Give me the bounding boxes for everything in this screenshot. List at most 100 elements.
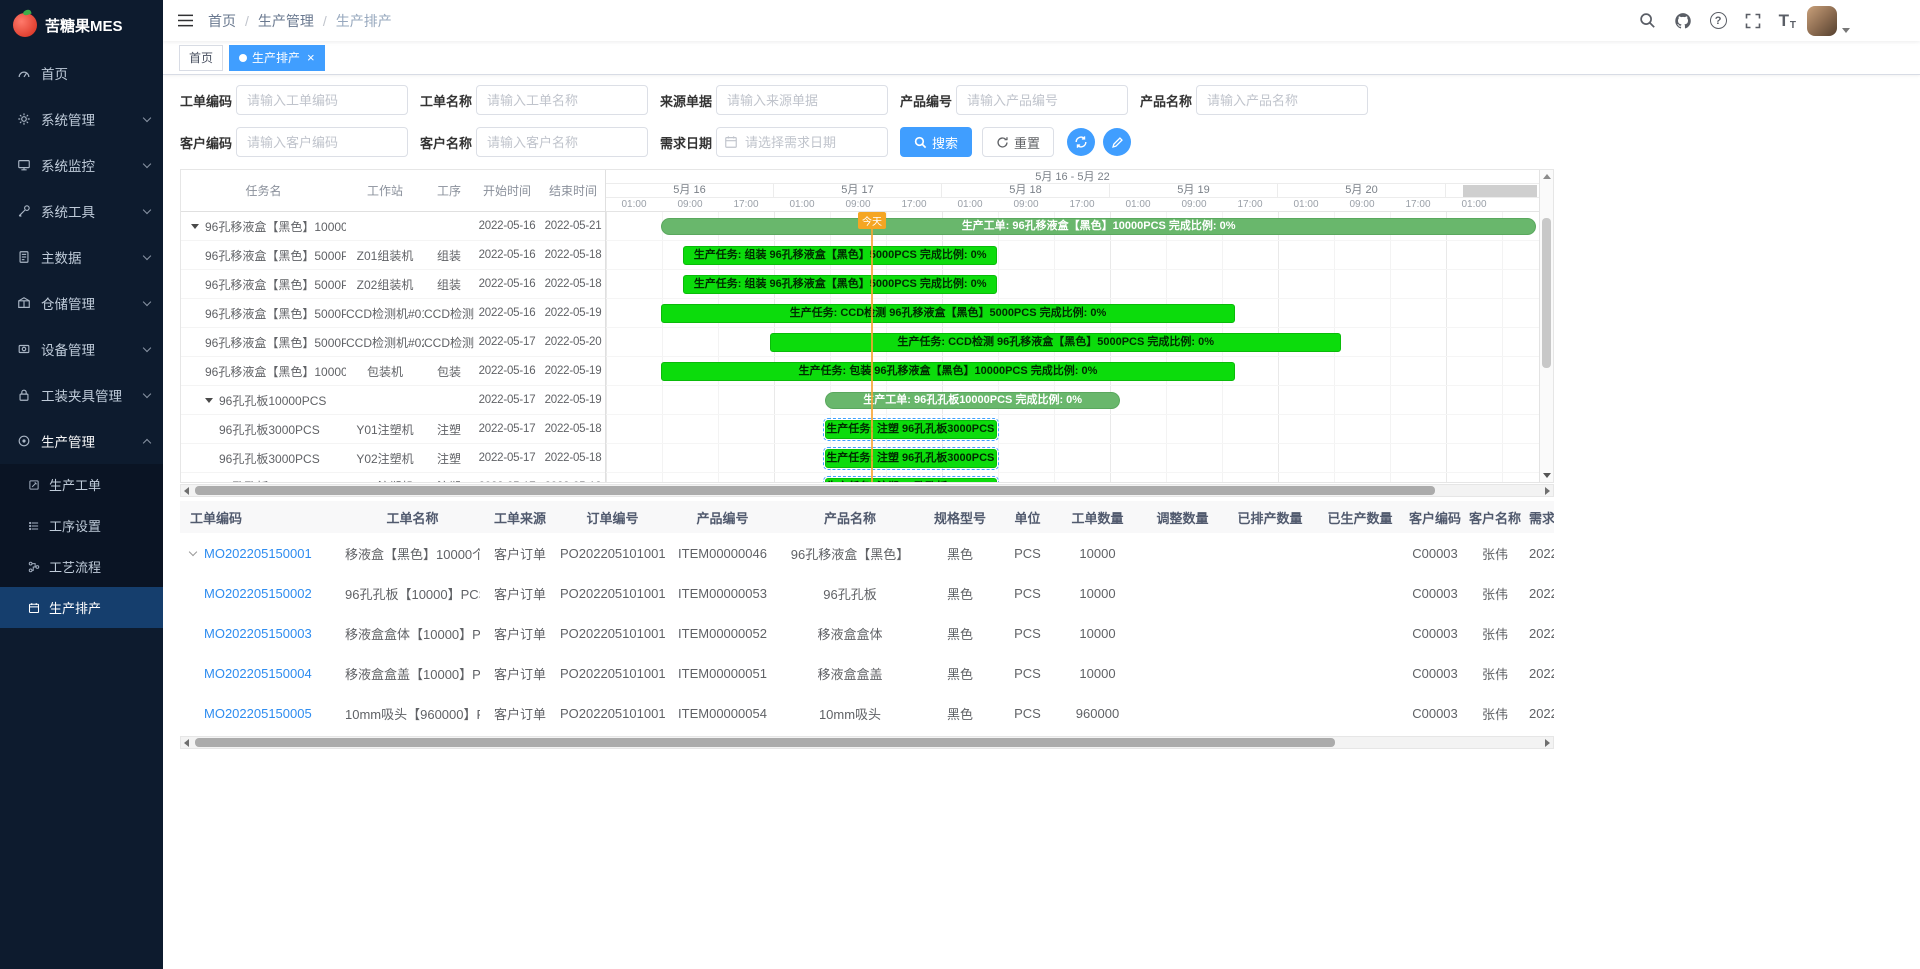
breadcrumb-home[interactable]: 首页 (208, 11, 236, 31)
gantt-row[interactable]: 96孔移液盒【黑色】10000PCS 包装机 包装 2022-05-16 202… (181, 357, 605, 386)
fullscreen-button[interactable] (1745, 13, 1761, 29)
gantt-horizontal-scrollbar[interactable] (180, 484, 1554, 497)
search-submit-button[interactable]: 搜索 (900, 127, 972, 157)
gantt-row[interactable]: 96孔孔板3000PCS Y01注塑机 注塑 2022-05-17 2022-0… (181, 415, 605, 444)
tab-production-schedule[interactable]: 生产排产 × (229, 45, 325, 71)
sidebar-item-master-data[interactable]: 主数据 (0, 234, 163, 280)
workorder-row[interactable]: MO202205150003 移液盒盒体【10000】PCS 客户订单 PO20… (180, 613, 1554, 653)
edit-schedule-button[interactable] (1103, 128, 1131, 156)
github-icon (1674, 12, 1692, 30)
gantt-row[interactable]: 96孔移液盒【黑色】5000PCS Z02组装机 组装 2022-05-16 2… (181, 270, 605, 299)
help-button[interactable]: ? (1710, 12, 1727, 29)
workorder-code-link[interactable]: MO202205150001 (204, 546, 312, 561)
timeline-day-row: 5月 16 5月 17 5月 18 5月 19 5月 20 (606, 184, 1539, 198)
workorder-name-input[interactable] (476, 85, 648, 115)
product-code-input[interactable] (956, 85, 1128, 115)
gantt-bar-task[interactable]: 生产任务: CCD检测 96孔移液盒【黑色】5000PCS 完成比例: 0% (770, 333, 1341, 352)
collapse-triangle-icon[interactable] (205, 398, 213, 403)
reset-button[interactable]: 重置 (982, 127, 1054, 157)
sidebar-item-process-settings[interactable]: 工序设置 (0, 505, 163, 546)
gantt-bar-task[interactable]: 生产任务: 包装 96孔移液盒【黑色】10000PCS 完成比例: 0% (661, 362, 1235, 381)
gantt-bar-task[interactable]: 生产任务: 组装 96孔移液盒【黑色】5000PCS 完成比例: 0% (683, 275, 996, 294)
gantt-bar-workorder[interactable]: 生产工单: 96孔移液盒【黑色】10000PCS 完成比例: 0% (661, 218, 1536, 235)
gantt-row[interactable]: 96孔移液盒【黑色】10000PCS 2022-05-16 2022-05-21 (181, 212, 605, 241)
workorder-code-link[interactable]: MO202205150003 (204, 626, 312, 641)
scroll-left-icon[interactable] (184, 487, 189, 495)
sidebar-item-system-mgmt[interactable]: 系统管理 (0, 96, 163, 142)
gear-icon (17, 112, 31, 126)
sidebar-item-production-mgmt[interactable]: 生产管理 (0, 418, 163, 464)
gantt-lane: 生产工单: 96孔移液盒【黑色】10000PCS 完成比例: 0% (606, 212, 1539, 241)
workorder-code-link[interactable]: MO202205150004 (204, 666, 312, 681)
sidebar-item-home[interactable]: 首页 (0, 50, 163, 96)
scroll-right-icon[interactable] (1545, 739, 1550, 747)
workorder-row[interactable]: MO202205150001 移液盒【黑色】10000个 客户订单 PO2022… (180, 533, 1554, 573)
breadcrumb-production-mgmt[interactable]: 生产管理 (258, 11, 314, 31)
sidebar-item-system-monitor[interactable]: 系统监控 (0, 142, 163, 188)
chevron-down-icon (143, 205, 151, 213)
dashboard-icon (17, 66, 31, 80)
workorder-row[interactable]: MO202205150002 96孔孔板【10000】PCS 客户订单 PO20… (180, 573, 1554, 613)
customer-name-input[interactable] (476, 127, 648, 157)
gantt-bar-task[interactable]: 生产任务: 注塑 96孔孔板3000PCS 完成比例: 0% (825, 478, 997, 482)
user-menu[interactable] (1807, 6, 1850, 36)
gantt-row-clipped[interactable]: 96孔孔板3000PCS Y03注塑机 注塑 2022-05-17 2022-0… (181, 473, 605, 482)
workorder-table-header: 工单编码 工单名称 工单来源 订单编号 产品编号 产品名称 规格型号 单位 工单… (180, 501, 1554, 533)
gantt-bar-task-selected[interactable]: 生产任务: 注塑 96孔孔板3000PCS 完成比例: 0% (825, 449, 997, 468)
sidebar-item-warehouse-mgmt[interactable]: 仓储管理 (0, 280, 163, 326)
timeline-overflow-block (1463, 185, 1537, 197)
gantt-row[interactable]: 96孔孔板3000PCS Y02注塑机 注塑 2022-05-17 2022-0… (181, 444, 605, 473)
flow-icon (28, 561, 40, 573)
refresh-gantt-button[interactable] (1067, 128, 1095, 156)
workorder-code-input[interactable] (236, 85, 408, 115)
close-icon[interactable]: × (307, 51, 315, 64)
demand-date-input[interactable] (716, 127, 888, 157)
customer-code-input[interactable] (236, 127, 408, 157)
filter-product-code: 产品编号 (900, 85, 1140, 115)
workorder-code-link[interactable]: MO202205150005 (204, 706, 312, 721)
source-doc-input[interactable] (716, 85, 888, 115)
workorder-row[interactable]: MO202205150005 10mm吸头【960000】PCS 客户订单 PO… (180, 693, 1554, 733)
scrollbar-thumb[interactable] (195, 738, 1335, 747)
product-name-input[interactable] (1196, 85, 1368, 115)
filter-workorder-code: 工单编码 (180, 85, 420, 115)
collapse-triangle-icon[interactable] (191, 224, 199, 229)
gantt-row[interactable]: 96孔移液盒【黑色】5000PCS CCD检测机#01 CCD检测 2022-0… (181, 299, 605, 328)
topbar: 首页 / 生产管理 / 生产排产 ? T (163, 0, 1920, 41)
scroll-down-icon[interactable] (1543, 473, 1551, 478)
gantt-bar-task-selected[interactable]: 生产任务: 注塑 96孔孔板3000PCS 完成比例: 0% (825, 420, 997, 439)
sidebar-item-production-workorder[interactable]: 生产工单 (0, 464, 163, 505)
sidebar-item-fixture-mgmt[interactable]: 工装夹具管理 (0, 372, 163, 418)
gantt-bar-workorder[interactable]: 生产工单: 96孔孔板10000PCS 完成比例: 0% (825, 392, 1120, 409)
table-horizontal-scrollbar[interactable] (180, 736, 1554, 749)
scrollbar-thumb[interactable] (1542, 218, 1551, 368)
chevron-down-icon (143, 343, 151, 351)
sidebar-item-process-flow[interactable]: 工艺流程 (0, 546, 163, 587)
expand-chevron-icon[interactable] (189, 548, 197, 556)
gantt-row[interactable]: 96孔移液盒【黑色】5000PCS Z01组装机 组装 2022-05-16 2… (181, 241, 605, 270)
sidebar-toggle-button[interactable] (163, 13, 208, 28)
avatar (1807, 6, 1837, 36)
workorder-row[interactable]: MO202205150004 移液盒盒盖【10000】PCS 客户订单 PO20… (180, 653, 1554, 693)
github-button[interactable] (1674, 12, 1692, 30)
filter-workorder-name: 工单名称 (420, 85, 660, 115)
sidebar-item-production-schedule[interactable]: 生产排产 (0, 587, 163, 628)
scroll-right-icon[interactable] (1545, 487, 1550, 495)
workorder-code-link[interactable]: MO202205150002 (204, 586, 312, 601)
gantt-lane: 生产任务: 组装 96孔移液盒【黑色】5000PCS 完成比例: 0% (606, 241, 1539, 270)
gantt-bar-task[interactable]: 生产任务: CCD检测 96孔移液盒【黑色】5000PCS 完成比例: 0% (661, 304, 1235, 323)
scrollbar-thumb[interactable] (195, 486, 1435, 495)
font-size-button[interactable]: T (1779, 11, 1789, 31)
gantt-bar-task[interactable]: 生产任务: 组装 96孔移液盒【黑色】5000PCS 完成比例: 0% (683, 246, 996, 265)
gantt-row[interactable]: 96孔移液盒【黑色】5000PCS CCD检测机#02 CCD检测 2022-0… (181, 328, 605, 357)
sidebar-item-device-mgmt[interactable]: 设备管理 (0, 326, 163, 372)
search-button[interactable] (1639, 12, 1656, 29)
gantt-row[interactable]: 96孔孔板10000PCS 2022-05-17 2022-05-19 (181, 386, 605, 415)
tab-home[interactable]: 首页 (179, 45, 223, 71)
scroll-up-icon[interactable] (1543, 174, 1551, 179)
app-logo[interactable]: 苦糖果MES (0, 0, 163, 50)
gantt-vertical-scrollbar[interactable] (1539, 170, 1553, 482)
scroll-left-icon[interactable] (184, 739, 189, 747)
fixture-lock-icon (17, 388, 31, 402)
sidebar-item-system-tools[interactable]: 系统工具 (0, 188, 163, 234)
